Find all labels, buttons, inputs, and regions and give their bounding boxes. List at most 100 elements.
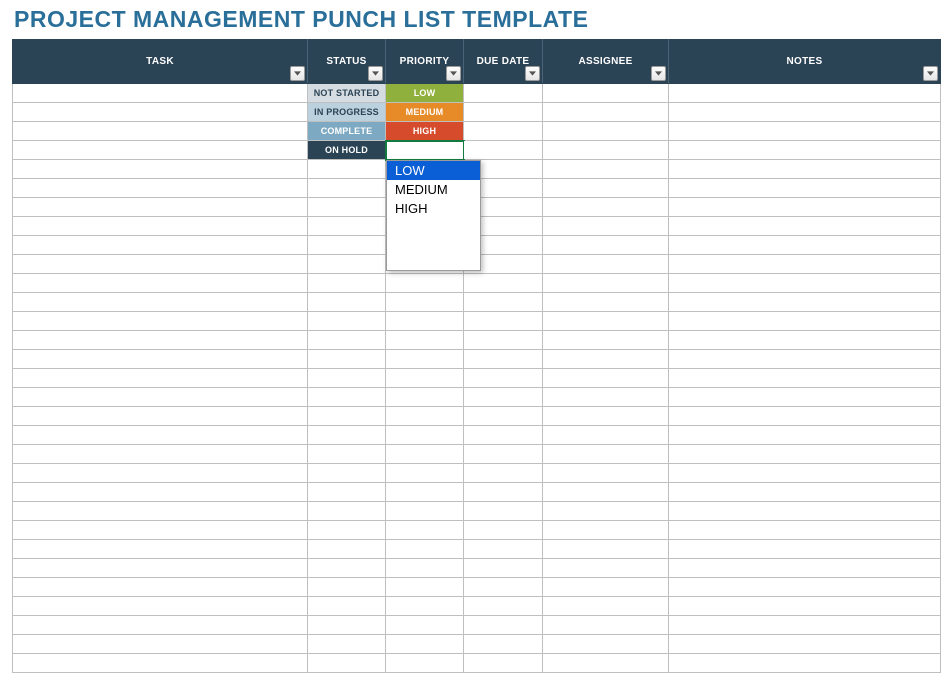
cell-empty[interactable] [543, 350, 669, 369]
cell-empty[interactable] [386, 388, 464, 407]
cell-empty[interactable] [543, 654, 669, 673]
cell-empty[interactable] [386, 274, 464, 293]
col-header-priority[interactable]: PRIORITY [386, 40, 464, 84]
cell-empty[interactable] [464, 388, 543, 407]
cell-empty[interactable] [464, 312, 543, 331]
cell-empty[interactable] [386, 464, 464, 483]
cell-empty[interactable] [543, 312, 669, 331]
cell-empty[interactable] [13, 369, 308, 388]
cell-priority[interactable]: LOW [386, 84, 464, 103]
cell-empty[interactable] [386, 350, 464, 369]
cell-empty[interactable] [464, 483, 543, 502]
cell-empty[interactable] [464, 445, 543, 464]
cell-empty[interactable] [543, 635, 669, 654]
cell-empty[interactable] [464, 521, 543, 540]
cell-empty[interactable] [669, 255, 941, 274]
cell-empty[interactable] [669, 426, 941, 445]
cell-notes[interactable] [669, 103, 941, 122]
cell-empty[interactable] [308, 369, 386, 388]
cell-empty[interactable] [308, 426, 386, 445]
cell-empty[interactable] [13, 198, 308, 217]
cell-status[interactable]: NOT STARTED [308, 84, 386, 103]
filter-button-notes[interactable] [923, 66, 938, 81]
cell-task[interactable] [13, 141, 308, 160]
cell-empty[interactable] [543, 540, 669, 559]
cell-empty[interactable] [308, 483, 386, 502]
cell-empty[interactable] [308, 559, 386, 578]
cell-empty[interactable] [13, 217, 308, 236]
cell-empty[interactable] [464, 559, 543, 578]
cell-empty[interactable] [13, 464, 308, 483]
cell-empty[interactable] [669, 293, 941, 312]
cell-empty[interactable] [669, 236, 941, 255]
cell-assignee[interactable] [543, 84, 669, 103]
cell-empty[interactable] [543, 198, 669, 217]
cell-empty[interactable] [543, 559, 669, 578]
cell-empty[interactable] [308, 255, 386, 274]
cell-empty[interactable] [386, 578, 464, 597]
cell-empty[interactable] [386, 540, 464, 559]
col-header-task[interactable]: TASK [13, 40, 308, 84]
cell-empty[interactable] [464, 635, 543, 654]
cell-task[interactable] [13, 122, 308, 141]
cell-due-date[interactable] [464, 141, 543, 160]
cell-assignee[interactable] [543, 103, 669, 122]
cell-empty[interactable] [464, 331, 543, 350]
cell-empty[interactable] [308, 597, 386, 616]
cell-empty[interactable] [669, 369, 941, 388]
cell-status[interactable]: IN PROGRESS [308, 103, 386, 122]
cell-empty[interactable] [308, 236, 386, 255]
cell-empty[interactable] [464, 350, 543, 369]
cell-empty[interactable] [669, 350, 941, 369]
cell-due-date[interactable] [464, 122, 543, 141]
cell-due-date[interactable] [464, 103, 543, 122]
cell-empty[interactable] [543, 445, 669, 464]
cell-empty[interactable] [308, 445, 386, 464]
cell-empty[interactable] [543, 616, 669, 635]
cell-empty[interactable] [308, 388, 386, 407]
cell-empty[interactable] [669, 407, 941, 426]
cell-empty[interactable] [669, 654, 941, 673]
cell-empty[interactable] [543, 388, 669, 407]
cell-empty[interactable] [464, 502, 543, 521]
cell-empty[interactable] [13, 350, 308, 369]
cell-empty[interactable] [669, 616, 941, 635]
cell-empty[interactable] [386, 331, 464, 350]
cell-notes[interactable] [669, 122, 941, 141]
cell-empty[interactable] [13, 559, 308, 578]
cell-empty[interactable] [386, 502, 464, 521]
cell-empty[interactable] [13, 293, 308, 312]
cell-empty[interactable] [543, 521, 669, 540]
cell-empty[interactable] [669, 160, 941, 179]
cell-empty[interactable] [13, 426, 308, 445]
col-header-due-date[interactable]: DUE DATE [464, 40, 543, 84]
dropdown-list[interactable]: LOWMEDIUMHIGH [386, 160, 481, 271]
filter-button-status[interactable] [368, 66, 383, 81]
cell-empty[interactable] [13, 578, 308, 597]
cell-empty[interactable] [464, 407, 543, 426]
filter-button-due-date[interactable] [525, 66, 540, 81]
cell-empty[interactable] [543, 274, 669, 293]
cell-empty[interactable] [386, 616, 464, 635]
cell-empty[interactable] [13, 597, 308, 616]
filter-button-task[interactable] [290, 66, 305, 81]
cell-empty[interactable] [464, 369, 543, 388]
filter-button-assignee[interactable] [651, 66, 666, 81]
cell-empty[interactable] [13, 255, 308, 274]
cell-empty[interactable] [13, 236, 308, 255]
cell-empty[interactable] [543, 483, 669, 502]
cell-empty[interactable] [669, 464, 941, 483]
cell-empty[interactable] [13, 407, 308, 426]
cell-empty[interactable] [308, 198, 386, 217]
cell-empty[interactable] [308, 578, 386, 597]
cell-empty[interactable] [669, 540, 941, 559]
cell-priority[interactable]: HIGH [386, 122, 464, 141]
cell-empty[interactable] [543, 236, 669, 255]
dropdown-option[interactable]: HIGH [387, 199, 480, 218]
cell-empty[interactable] [464, 654, 543, 673]
cell-empty[interactable] [669, 445, 941, 464]
cell-empty[interactable] [308, 160, 386, 179]
cell-notes[interactable] [669, 141, 941, 160]
cell-empty[interactable] [464, 426, 543, 445]
cell-empty[interactable] [669, 217, 941, 236]
